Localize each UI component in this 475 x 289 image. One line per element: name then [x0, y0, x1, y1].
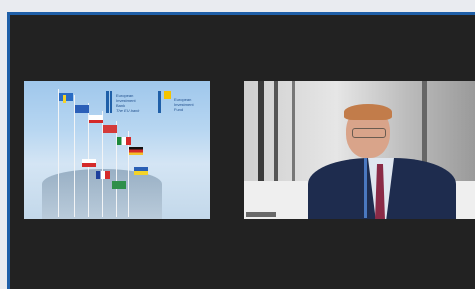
logo-bar-icon	[106, 91, 109, 113]
participant-lanyard	[364, 158, 367, 218]
logo-tagline: The EU bank	[116, 108, 140, 113]
flag-icon	[89, 115, 103, 123]
participant-hair	[344, 104, 392, 120]
flag-icon	[96, 171, 110, 179]
participant-tile-shared-screen[interactable]: European Investment Bank The EU bank Eur…	[24, 81, 210, 219]
flag-icon	[129, 147, 143, 155]
logo-line: Fund	[174, 107, 184, 112]
flag-icon	[75, 105, 89, 113]
participant-name-tag	[246, 212, 276, 217]
tree-trunk	[292, 81, 295, 193]
flagpole	[116, 121, 117, 217]
flag-icon	[117, 137, 131, 145]
flag-icon	[134, 167, 148, 175]
participant-tile-camera[interactable]	[244, 81, 475, 219]
flagpole	[58, 89, 59, 217]
flag-icon	[82, 159, 96, 167]
logo-fund-mark-icon	[164, 91, 171, 99]
flagpole	[74, 95, 75, 217]
flag-icon	[112, 181, 126, 189]
eib-logo: European Investment Bank The EU bank Eur…	[106, 91, 206, 121]
participant-video	[308, 104, 458, 219]
flag-icon	[103, 125, 117, 133]
flag-icon	[59, 93, 73, 101]
flag-icon	[63, 95, 66, 103]
logo-bar-icon	[110, 91, 112, 113]
logo-bar-icon	[158, 91, 161, 113]
logo-text-bank: European Investment Bank The EU bank	[116, 93, 142, 113]
participant-glasses	[352, 128, 386, 138]
logo-text-fund: European Investment Fund	[174, 97, 200, 112]
